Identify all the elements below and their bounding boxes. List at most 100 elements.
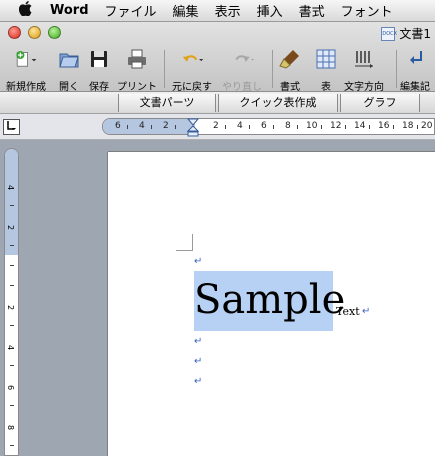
ruler-tick	[249, 125, 250, 129]
ruler-label: 6	[115, 121, 121, 131]
window-title-text: 文書1	[399, 27, 431, 41]
print-label: プリント	[117, 82, 157, 93]
text-direction-button[interactable]: 文字方向	[344, 48, 384, 93]
vertical-ruler[interactable]: 4 2 2 4 6 8	[4, 148, 19, 456]
ruler-tick	[10, 205, 14, 206]
format-label: 書式	[280, 82, 300, 93]
table-icon	[314, 48, 338, 70]
redo-label: やり直し	[222, 82, 262, 93]
save-disk-icon	[87, 48, 111, 70]
margin-corner-mark	[176, 234, 193, 251]
horizontal-ruler[interactable]: 6 4 2 2 4 6 8 10 12 14 16 18 20	[102, 118, 435, 135]
new-document-label: 新規作成	[6, 82, 46, 93]
ruler-tick	[369, 125, 370, 129]
format-button[interactable]: 書式	[278, 48, 302, 93]
ruler-label: 6	[6, 384, 16, 391]
elements-gallery-tabs: 文書パーツ クイック表作成 グラフ	[0, 92, 435, 114]
ruler-tick	[175, 125, 176, 129]
ruler-tick	[10, 325, 14, 326]
ruler-row: 6 4 2 2 4 6 8 10 12 14 16 18 20	[0, 114, 435, 140]
text-direction-icon	[352, 48, 376, 70]
ruler-tick	[10, 365, 14, 366]
sample-text[interactable]: Sample	[194, 276, 345, 324]
window-title: DOCX 文書1	[381, 25, 431, 42]
ruler-label: 18	[402, 121, 414, 131]
toolbar-separator	[396, 50, 397, 88]
tab-charts[interactable]: グラフ	[340, 94, 420, 112]
undo-button[interactable]: 元に戻す	[172, 48, 212, 93]
edit-marks-label: 編集記	[400, 82, 430, 93]
edit-marks-icon	[403, 48, 427, 70]
ruler-tick	[297, 125, 298, 129]
ruler-label: 8	[6, 424, 16, 431]
new-document-icon	[14, 48, 38, 70]
menu-format[interactable]: 書式	[291, 1, 333, 20]
ruler-label: 4	[6, 344, 16, 351]
redo-icon	[230, 48, 254, 70]
ruler-tick	[10, 245, 14, 246]
ruler-label: 20	[421, 121, 433, 131]
ruler-tick	[393, 125, 394, 129]
text-direction-label: 文字方向	[344, 82, 384, 93]
window-controls	[8, 26, 61, 39]
ruler-tick	[10, 405, 14, 406]
print-button[interactable]: プリント	[117, 48, 157, 93]
table-button[interactable]: 表	[314, 48, 338, 93]
ruler-tick	[10, 265, 14, 266]
paragraph-mark: ↵	[194, 356, 203, 367]
menu-font[interactable]: フォント	[333, 1, 401, 20]
minimize-window-button[interactable]	[28, 26, 41, 39]
open-folder-icon	[57, 48, 81, 70]
ruler-label: 4	[139, 121, 145, 131]
menu-insert[interactable]: 挿入	[249, 1, 291, 20]
zoom-window-button[interactable]	[48, 26, 61, 39]
toolbar-separator	[164, 50, 165, 88]
format-brush-icon	[278, 48, 302, 70]
window-toolbar: DOCX 文書1 新規作成 開く 保存 プリント 元に戻す やり直し 書式 表 …	[0, 22, 435, 93]
printer-icon	[125, 48, 149, 70]
paragraph-mark: ↵	[362, 306, 371, 317]
trailing-text[interactable]: Text	[336, 305, 360, 318]
document-page[interactable]: ↵ Sample Text ↵ ↵ ↵ ↵	[108, 152, 435, 456]
ruler-label: 2	[163, 121, 169, 131]
ruler-tick	[321, 125, 322, 129]
ruler-label: 12	[330, 121, 342, 131]
tab-document-parts[interactable]: 文書パーツ	[118, 94, 216, 112]
redo-button[interactable]: やり直し	[222, 48, 262, 93]
ruler-label: 14	[354, 121, 366, 131]
new-document-button[interactable]: 新規作成	[6, 48, 46, 93]
menu-file[interactable]: ファイル	[97, 1, 165, 20]
apple-menu-icon[interactable]	[12, 1, 38, 20]
menu-edit[interactable]: 編集	[165, 1, 207, 20]
ruler-label: 6	[261, 121, 267, 131]
tab-stop-selector[interactable]	[3, 119, 20, 135]
ruler-label: 2	[6, 304, 16, 311]
ruler-label: 4	[237, 121, 243, 131]
undo-label: 元に戻す	[172, 82, 212, 93]
ruler-tick	[127, 125, 128, 129]
paragraph-mark: ↵	[194, 256, 203, 267]
menu-bar: Word ファイル 編集 表示 挿入 書式 フォント	[0, 0, 435, 22]
save-label: 保存	[89, 82, 109, 93]
close-window-button[interactable]	[8, 26, 21, 39]
ruler-tick	[10, 285, 14, 286]
document-workspace: 4 2 2 4 6 8 ↵ Sample Text ↵ ↵ ↵ ↵	[0, 140, 435, 456]
save-button[interactable]: 保存	[87, 48, 111, 93]
ruler-label: 4	[6, 184, 16, 191]
ruler-tick	[417, 125, 418, 129]
document-proxy-icon[interactable]: DOCX	[381, 26, 397, 41]
ruler-tick	[225, 125, 226, 129]
paragraph-mark: ↵	[194, 376, 203, 387]
tab-quick-tables[interactable]: クイック表作成	[218, 94, 338, 112]
ruler-label: 10	[306, 121, 318, 131]
ruler-label: 2	[213, 121, 219, 131]
menu-view[interactable]: 表示	[207, 1, 249, 20]
toolbar-separator	[272, 50, 273, 88]
menu-app-word[interactable]: Word	[38, 3, 97, 18]
ruler-label: 2	[6, 224, 16, 231]
edit-marks-button[interactable]: 編集記	[400, 48, 430, 93]
indent-markers[interactable]	[186, 116, 200, 138]
open-label: 開く	[59, 82, 79, 93]
table-label: 表	[321, 82, 331, 93]
open-button[interactable]: 開く	[57, 48, 81, 93]
